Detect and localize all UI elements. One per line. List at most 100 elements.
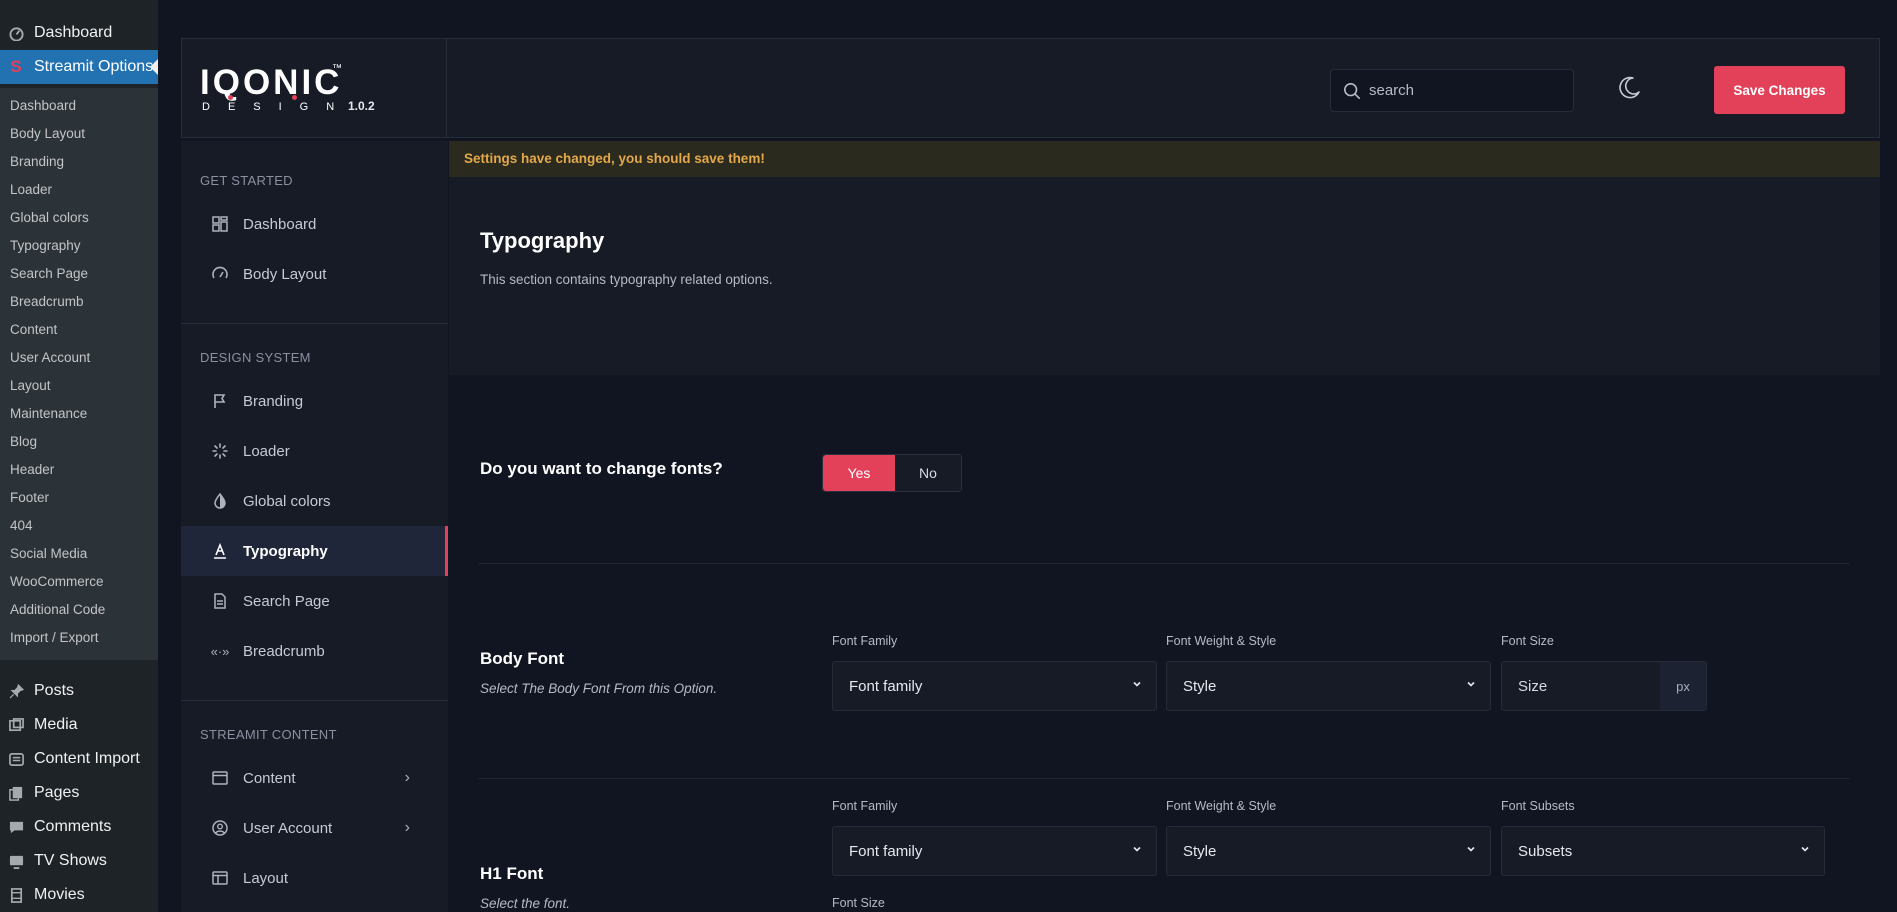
layout-icon <box>211 869 229 887</box>
wp-submenu-item[interactable]: Additional Code <box>0 596 158 624</box>
wp-menu-media-label: Media <box>34 716 78 733</box>
wp-submenu-item[interactable]: Layout <box>0 372 158 400</box>
h1-font-family-select[interactable]: Font family <box>832 826 1157 876</box>
h1-font-subsets-select[interactable]: Subsets <box>1501 826 1825 876</box>
nav-item-label: Global colors <box>243 492 331 510</box>
divider <box>479 563 1849 564</box>
wp-menu-posts-label: Posts <box>34 682 75 699</box>
wp-menu-streamit-options[interactable]: S Streamit Options <box>0 50 158 84</box>
wp-submenu-item[interactable]: Body Layout <box>0 120 158 148</box>
wp-menu-movies[interactable]: Movies <box>0 878 158 912</box>
media-icon <box>8 717 24 733</box>
wp-menu-posts[interactable]: Posts <box>0 674 158 708</box>
nav-item-label: Branding <box>243 392 304 410</box>
font-weight-style-label: Font Weight & Style <box>1166 799 1277 813</box>
wp-menu-pages-label: Pages <box>34 784 80 801</box>
wp-submenu-item[interactable]: Maintenance <box>0 400 158 428</box>
select-value: Font family <box>849 842 923 860</box>
chevron-down-icon <box>1133 846 1141 852</box>
wp-menu-content-import[interactable]: Content Import <box>0 742 158 776</box>
wp-submenu-item[interactable]: Branding <box>0 148 158 176</box>
font-size-label: Font Size <box>832 896 885 910</box>
nav-item-breadcrumb[interactable]: «·» Breadcrumb <box>181 626 448 676</box>
chevron-right-icon: › <box>404 769 410 786</box>
nav-item-typography[interactable]: Typography <box>181 526 448 576</box>
nav-item-label: User Account <box>243 819 333 837</box>
nav-item-dashboard[interactable]: Dashboard <box>181 199 448 249</box>
content-import-icon <box>8 751 24 767</box>
wp-submenu-item[interactable]: Header <box>0 456 158 484</box>
current-menu-arrow <box>150 59 158 75</box>
select-value: Font family <box>849 677 923 695</box>
wp-menu-media[interactable]: Media <box>0 708 158 742</box>
body-font-label: Body Font <box>480 649 565 668</box>
nav-item-user-account[interactable]: User Account › <box>181 803 448 853</box>
nav-item-label: Content <box>243 769 296 787</box>
h1-font-weight-select[interactable]: Style <box>1166 826 1491 876</box>
nav-item-label: Typography <box>243 542 328 560</box>
nav-item-label: Search Page <box>243 592 330 610</box>
wp-submenu-item[interactable]: Breadcrumb <box>0 288 158 316</box>
search-input[interactable] <box>1367 81 1561 100</box>
logo-wordmark: IQONIC <box>200 63 343 102</box>
wp-submenu-item[interactable]: Import / Export <box>0 624 158 652</box>
pages-icon <box>8 785 24 801</box>
nav-divider <box>181 323 448 324</box>
nav-section-design-system: DESIGN SYSTEM <box>200 350 311 365</box>
body-font-family-select[interactable]: Font family <box>832 661 1157 711</box>
toggle-yes-button[interactable]: Yes <box>823 455 895 491</box>
chevron-right-icon: › <box>404 819 410 836</box>
wp-submenu-item[interactable]: 404 <box>0 512 158 540</box>
save-changes-button[interactable]: Save Changes <box>1714 66 1845 114</box>
streamit-logo-icon: S <box>10 57 22 76</box>
pushpin-icon <box>8 683 24 699</box>
divider <box>479 778 1849 779</box>
chevron-down-icon <box>1467 846 1475 852</box>
wp-submenu-item[interactable]: Social Media <box>0 540 158 568</box>
wp-submenu-item[interactable]: User Account <box>0 344 158 372</box>
wp-submenu-item[interactable]: Footer <box>0 484 158 512</box>
nav-item-layout[interactable]: Layout <box>181 853 448 903</box>
wp-submenu-item[interactable]: Dashboard <box>0 92 158 120</box>
nav-item-search-page[interactable]: Search Page <box>181 576 448 626</box>
size-unit-label: px <box>1660 662 1706 710</box>
wp-submenu: Dashboard Body Layout Branding Loader Gl… <box>0 88 158 660</box>
select-value: Style <box>1183 677 1217 695</box>
version-label: 1.0.2 <box>348 99 375 113</box>
change-fonts-toggle[interactable]: Yes No <box>822 454 962 492</box>
wp-submenu-item[interactable]: Search Page <box>0 260 158 288</box>
wp-menu-comments[interactable]: Comments <box>0 810 158 844</box>
wp-submenu-item[interactable]: Global colors <box>0 204 158 232</box>
unsaved-changes-notice: Settings have changed, you should save t… <box>449 141 1880 177</box>
search-box[interactable] <box>1330 69 1574 112</box>
nav-item-content[interactable]: Content › <box>181 753 448 803</box>
wp-menu-comments-label: Comments <box>34 818 112 835</box>
breadcrumb-icon: «·» <box>210 643 230 659</box>
nav-item-loader[interactable]: Loader <box>181 426 448 476</box>
wp-submenu-item[interactable]: Loader <box>0 176 158 204</box>
nav-item-label: Layout <box>243 869 289 887</box>
toggle-no-button[interactable]: No <box>895 455 961 491</box>
typography-icon <box>211 542 229 560</box>
nav-item-branding[interactable]: Branding <box>181 376 448 426</box>
dark-mode-moon-icon[interactable] <box>1616 75 1642 101</box>
wp-menu-dashboard[interactable]: Dashboard <box>0 16 158 50</box>
wp-submenu-item[interactable]: Blog <box>0 428 158 456</box>
loader-spinner-icon <box>211 442 229 460</box>
nav-item-body-layout[interactable]: Body Layout <box>181 249 448 299</box>
wp-submenu-item[interactable]: Content <box>0 316 158 344</box>
brand-logo: IQONIC ™ DESIGN 1.0.2 <box>181 38 447 138</box>
wp-menu-tv-shows[interactable]: TV Shows <box>0 844 158 878</box>
wp-submenu-item[interactable]: Typography <box>0 232 158 260</box>
nav-item-global-colors[interactable]: Global colors <box>181 476 448 526</box>
logo-design-text: DESIGN <box>202 101 353 113</box>
film-icon <box>8 887 24 903</box>
chevron-down-icon <box>1133 681 1141 687</box>
h1-font-subtitle: Select the font. <box>480 896 571 911</box>
wp-menu-movies-label: Movies <box>34 886 85 903</box>
font-weight-style-label: Font Weight & Style <box>1166 634 1277 648</box>
body-font-weight-select[interactable]: Style <box>1166 661 1491 711</box>
wp-menu-pages[interactable]: Pages <box>0 776 158 810</box>
chevron-down-icon <box>1467 681 1475 687</box>
wp-submenu-item[interactable]: WooCommerce <box>0 568 158 596</box>
